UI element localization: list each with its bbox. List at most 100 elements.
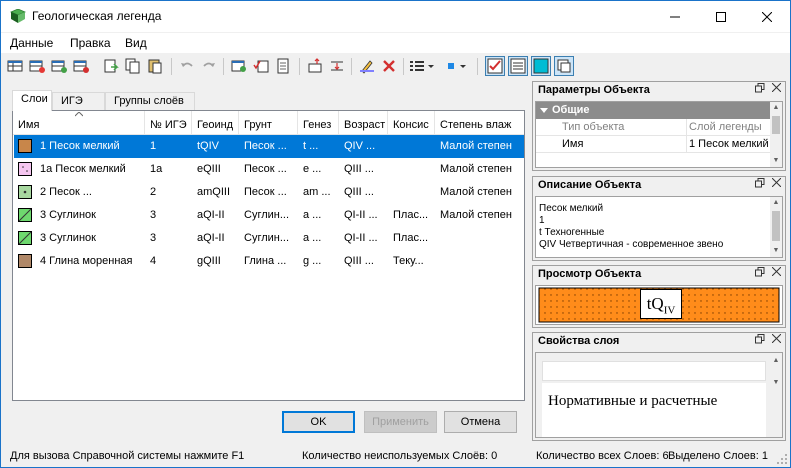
cell-consistency: Плас... xyxy=(393,209,429,221)
resize-grip-icon[interactable] xyxy=(777,454,788,465)
status-unused-count: Количество неиспользуемых Слоёв: 0 xyxy=(302,450,498,462)
layer-swatch xyxy=(18,185,32,199)
panel-close-button[interactable] xyxy=(769,266,783,281)
tb-copy-button[interactable] xyxy=(123,56,143,76)
description-scrollbar[interactable]: ▲ ▼ xyxy=(770,197,782,257)
tb-layers-button[interactable] xyxy=(229,56,249,76)
tb-grid-green-button[interactable] xyxy=(49,56,69,76)
layers-table: Имя № ИГЭ Геоинд Грунт Генез Возраст Кон… xyxy=(12,110,525,401)
panel-float-button[interactable] xyxy=(753,178,767,192)
close-button[interactable] xyxy=(744,1,790,32)
description-text-area[interactable]: Песок мелкий 1 t Техногенные QIV Четверт… xyxy=(535,196,783,258)
tb-list-view-dropdown[interactable] xyxy=(407,56,437,76)
tb-grid-remove-button[interactable] xyxy=(71,56,91,76)
scroll-up-icon[interactable]: ▲ xyxy=(770,197,782,209)
scroll-thumb[interactable] xyxy=(772,211,780,241)
tb-move-down-button[interactable] xyxy=(327,56,347,76)
cancel-button[interactable]: Отмена xyxy=(444,411,517,433)
tb-paste-button[interactable] xyxy=(145,56,165,76)
description-panel-title: Описание Объекта xyxy=(533,177,785,194)
minimize-button[interactable] xyxy=(652,1,698,32)
params-value: 1 Песок мелкий xyxy=(689,138,769,150)
cell-moisture: Малой степен xyxy=(440,209,512,221)
tb-params-toggle[interactable] xyxy=(485,56,505,76)
tb-undo-button[interactable] xyxy=(177,56,197,76)
params-row[interactable]: Имя 1 Песок мелкий xyxy=(536,136,772,153)
tb-grid-button[interactable] xyxy=(5,56,25,76)
panel-close-button[interactable] xyxy=(769,177,783,192)
table-row[interactable]: 2 Песок ... 2 amQIII Песок ... am ... QI… xyxy=(14,181,524,204)
menu-view[interactable]: Вид xyxy=(125,36,147,50)
tb-export-button[interactable] xyxy=(101,56,121,76)
col-header-consistency[interactable]: Консис xyxy=(388,111,435,135)
layer-swatch xyxy=(18,254,32,268)
tb-redo-button[interactable] xyxy=(199,56,219,76)
table-row[interactable]: 3 Суглинок 3 aQI-II Суглин... a ... QI-I… xyxy=(14,204,524,227)
cell-age: QIII ... xyxy=(344,163,374,175)
tb-edit-button[interactable] xyxy=(357,56,377,76)
tb-move-up-button[interactable] xyxy=(305,56,325,76)
tb-preview-toggle[interactable] xyxy=(531,56,551,76)
panel-close-button[interactable] xyxy=(769,333,783,348)
menu-edit[interactable]: Правка xyxy=(70,36,111,50)
status-bar: Для вызова Справочной системы нажмите F1… xyxy=(1,445,790,467)
col-header-geoind[interactable]: Геоинд xyxy=(192,111,239,135)
toolbar-separator xyxy=(223,58,224,75)
tb-grid-add-button[interactable] xyxy=(27,56,47,76)
properties-scrollbar[interactable]: ▲ ▼ xyxy=(770,353,782,437)
cell-consistency: Теку... xyxy=(393,255,424,267)
close-icon xyxy=(771,82,781,93)
properties-text: Нормативные и расчетные xyxy=(548,393,718,409)
col-header-soil[interactable]: Грунт xyxy=(239,111,298,135)
panel-float-button[interactable] xyxy=(753,334,767,348)
panel-close-button[interactable] xyxy=(769,82,783,97)
scroll-down-icon[interactable]: ▼ xyxy=(770,155,782,167)
tab-layers[interactable]: Слои xyxy=(12,90,52,111)
cell-soil: Песок ... xyxy=(244,140,287,152)
params-grid: Общие Тип объекта Слой легенды Имя 1 Пес… xyxy=(535,101,783,168)
tb-description-toggle[interactable] xyxy=(508,56,528,76)
table-row[interactable]: 4 Глина моренная 4 gQIII Глина ... g ...… xyxy=(14,250,524,273)
preview-canvas: tQIV xyxy=(535,285,783,325)
table-row[interactable]: 1 Песок мелкий 1 tQIV Песок ... t ... QI… xyxy=(14,135,524,158)
col-header-moisture[interactable]: Степень влаж xyxy=(435,111,524,135)
scroll-down-icon[interactable]: ▼ xyxy=(770,377,782,389)
tb-color-dropdown[interactable] xyxy=(443,56,471,76)
scroll-thumb[interactable] xyxy=(772,116,780,134)
cell-name: 1а Песок мелкий xyxy=(40,163,126,175)
maximize-button[interactable] xyxy=(698,1,744,32)
ok-button[interactable]: OK xyxy=(282,411,355,433)
table-row[interactable]: 1а Песок мелкий 1а eQIII Песок ... e ...… xyxy=(14,158,524,181)
panel-float-button[interactable] xyxy=(753,83,767,97)
tb-check-list-button[interactable] xyxy=(251,56,271,76)
panel-float-button[interactable] xyxy=(753,267,767,281)
cell-age: QIII ... xyxy=(344,186,374,198)
apply-button[interactable]: Применить xyxy=(364,411,437,433)
params-group-header[interactable]: Общие xyxy=(536,102,772,119)
maximize-icon xyxy=(716,11,726,22)
col-header-age[interactable]: Возраст xyxy=(339,111,388,135)
properties-document[interactable]: Нормативные и расчетные xyxy=(542,383,766,437)
status-total-count: Количество всех Слоев: 6 xyxy=(536,450,669,462)
col-header-genesis[interactable]: Генез xyxy=(298,111,339,135)
tb-properties-toggle[interactable] xyxy=(554,56,574,76)
tb-document-button[interactable] xyxy=(273,56,293,76)
menu-data[interactable]: Данные xyxy=(10,36,53,50)
scroll-down-icon[interactable]: ▼ xyxy=(770,245,782,257)
tab-layer-groups[interactable]: Группы слоёв xyxy=(105,92,195,110)
scroll-up-icon[interactable]: ▲ xyxy=(770,355,782,367)
scroll-up-icon[interactable]: ▲ xyxy=(770,102,782,114)
copy-icon xyxy=(125,58,140,74)
params-scrollbar[interactable]: ▲ ▼ xyxy=(770,102,782,167)
tab-ige[interactable]: ИГЭ xyxy=(52,92,105,110)
move-up-icon xyxy=(308,58,322,73)
cell-moisture: Малой степен xyxy=(440,163,512,175)
cell-consistency: Плас... xyxy=(393,232,429,244)
col-header-ige[interactable]: № ИГЭ xyxy=(145,111,192,135)
table-row[interactable]: 3 Суглинок 3 aQI-II Суглин... a ... QI-I… xyxy=(14,227,524,250)
cell-geoind: gQIII xyxy=(197,255,221,267)
status-help: Для вызова Справочной системы нажмите F1 xyxy=(10,450,245,462)
cell-geoind: tQIV xyxy=(197,140,220,152)
description-line: t Техногенные xyxy=(539,227,605,238)
tb-delete-button[interactable] xyxy=(379,56,399,76)
